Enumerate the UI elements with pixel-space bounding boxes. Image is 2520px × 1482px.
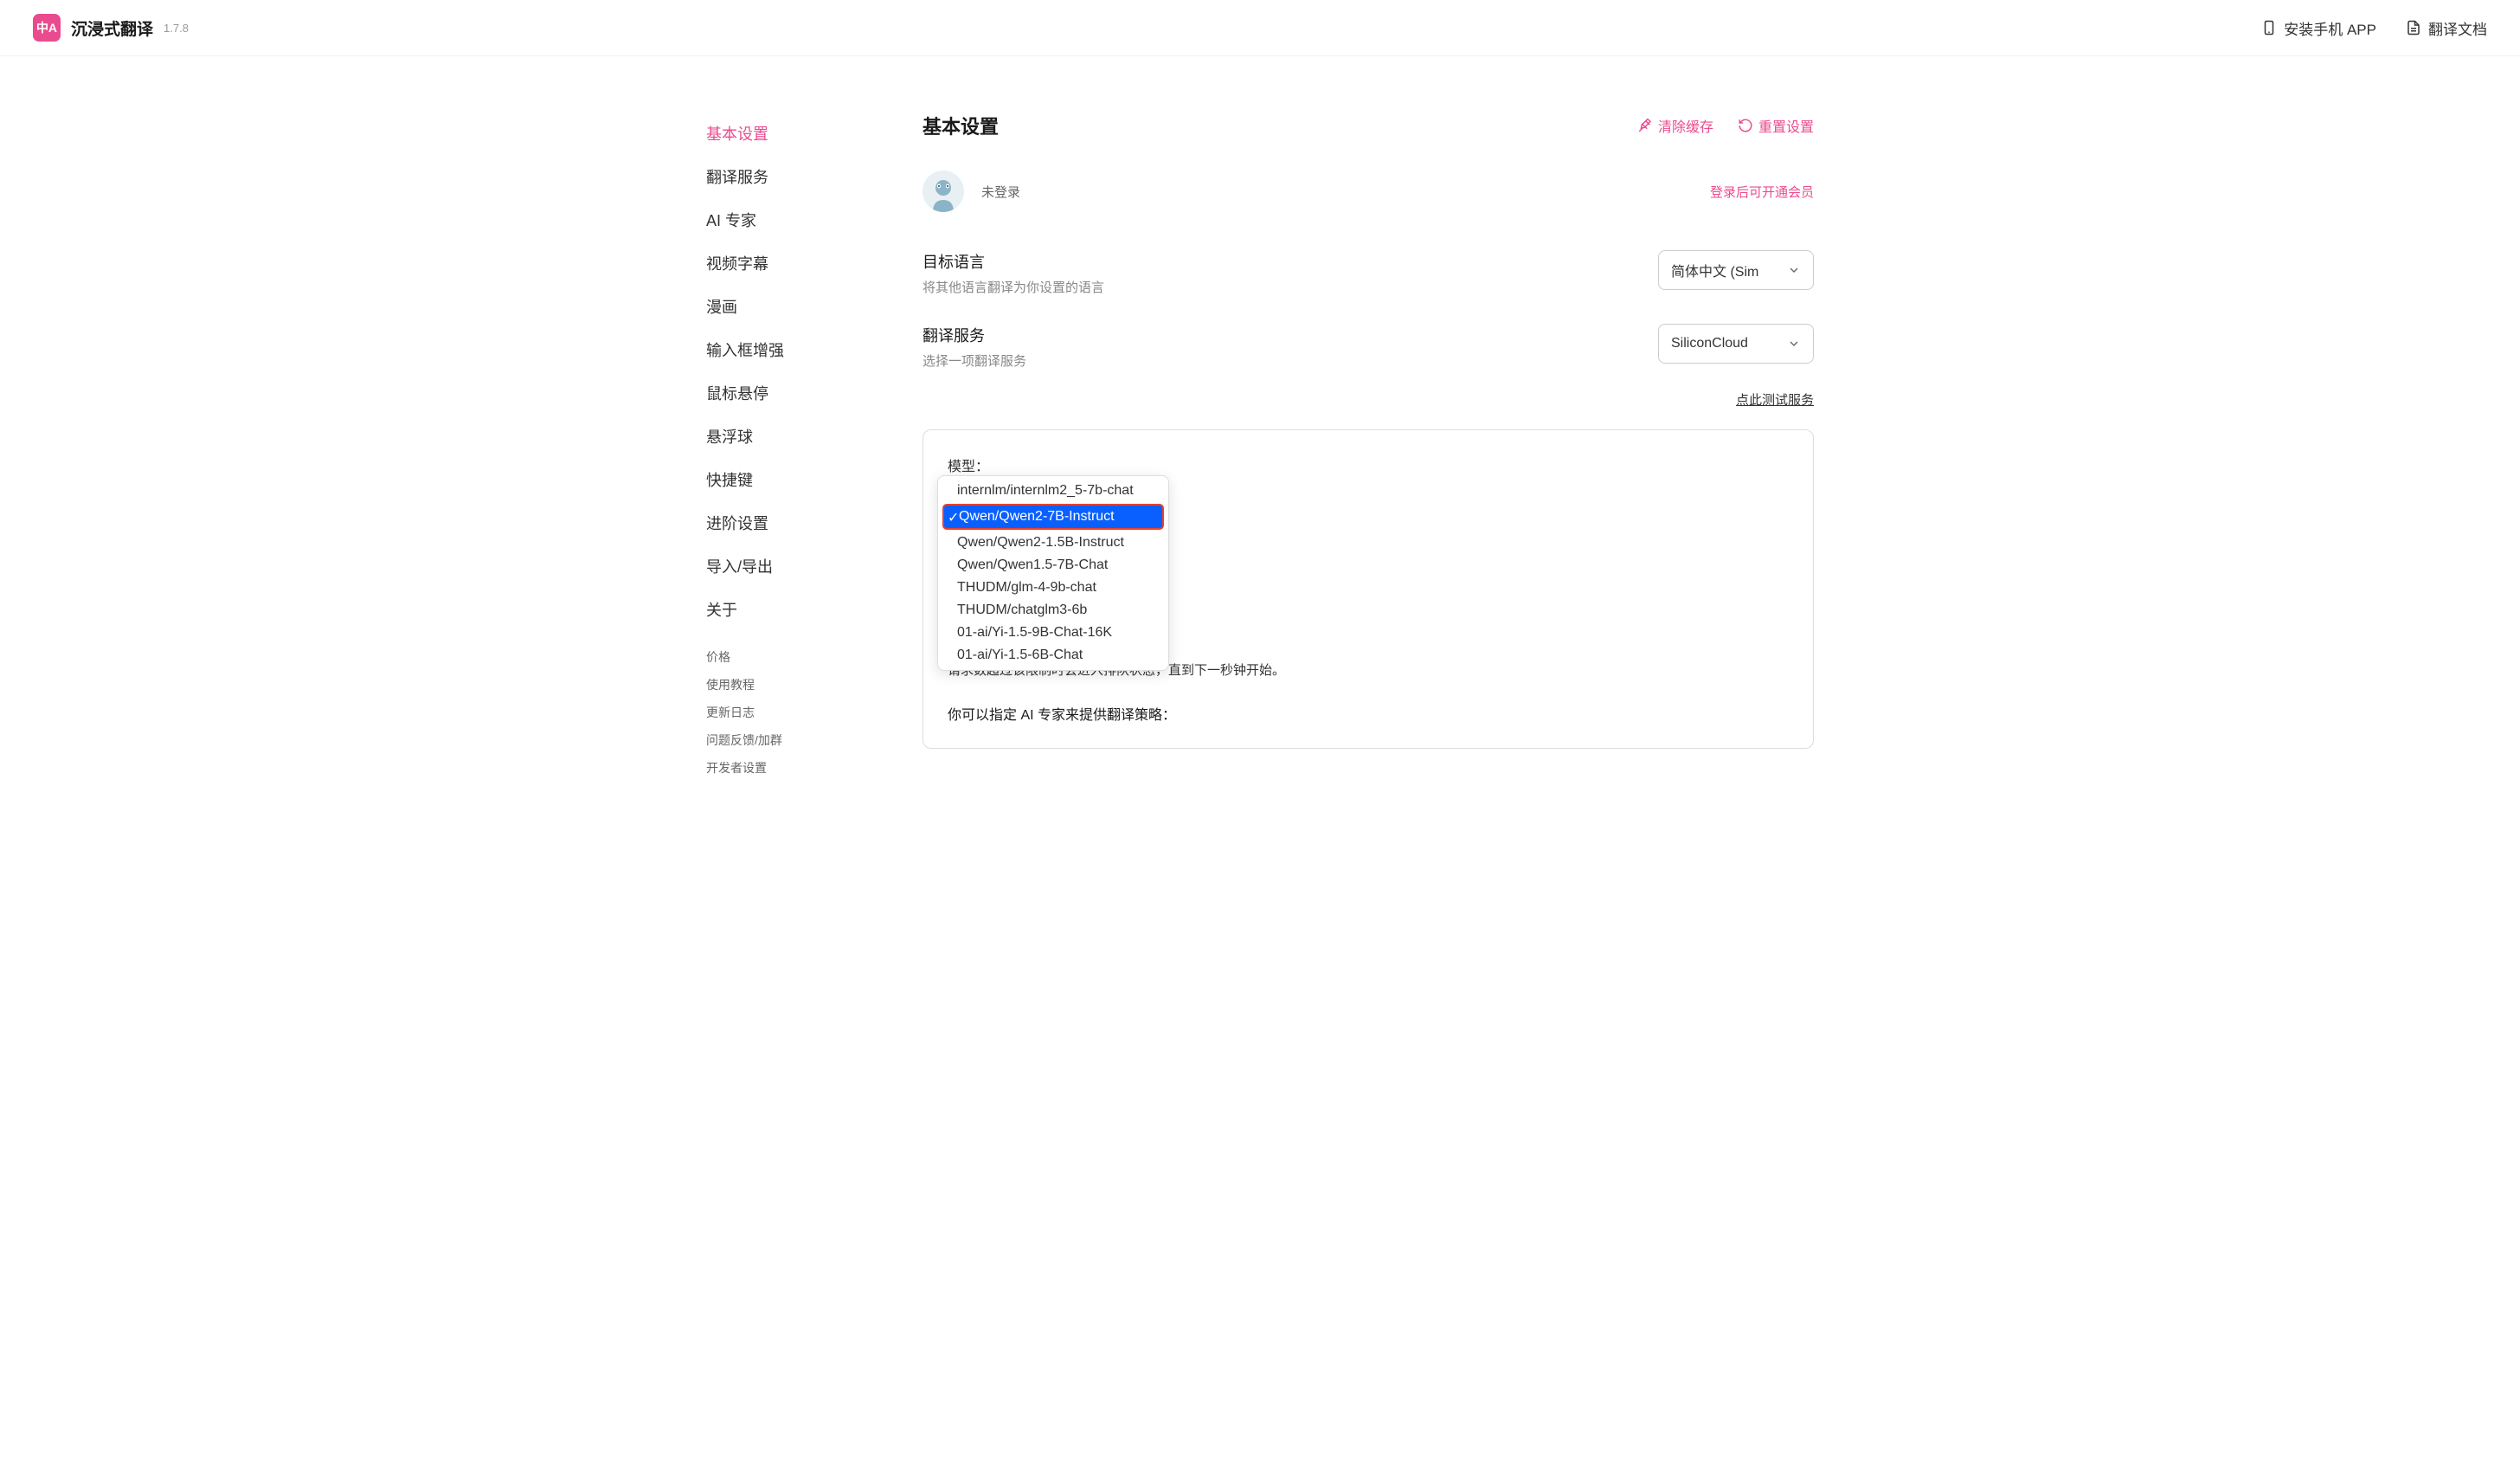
header-right: 安装手机 APP 翻译文档 — [2261, 17, 2487, 39]
nav-developer[interactable]: 开发者设置 — [706, 754, 914, 782]
avatar-icon — [922, 171, 964, 212]
nav-mouse-hover[interactable]: 鼠标悬停 — [706, 371, 914, 415]
nav-import-export[interactable]: 导入/导出 — [706, 544, 914, 588]
nav-changelog[interactable]: 更新日志 — [706, 699, 914, 726]
document-icon — [2406, 20, 2421, 35]
sidebar: 基本设置 翻译服务 AI 专家 视频字幕 漫画 输入框增强 鼠标悬停 悬浮球 快… — [706, 91, 922, 782]
nav-shortcuts[interactable]: 快捷键 — [706, 458, 914, 501]
phone-icon — [2261, 20, 2277, 35]
nav-video-subtitle[interactable]: 视频字幕 — [706, 242, 914, 285]
translation-service-label: 翻译服务 — [922, 324, 1658, 346]
nav-basic-settings[interactable]: 基本设置 — [706, 112, 914, 155]
header-bar: 中A 沉浸式翻译 1.7.8 安装手机 APP 翻译文档 — [0, 0, 2520, 56]
chevron-down-icon — [1787, 263, 1801, 277]
model-option[interactable]: Qwen/Qwen2-1.5B-Instruct — [938, 532, 1168, 554]
avatar[interactable] — [922, 171, 964, 212]
nav-manga[interactable]: 漫画 — [706, 285, 914, 328]
main-container: 基本设置 翻译服务 AI 专家 视频字幕 漫画 输入框增强 鼠标悬停 悬浮球 快… — [706, 56, 1814, 782]
model-option[interactable]: THUDM/chatglm3-6b — [938, 599, 1168, 622]
nav-translation-service[interactable]: 翻译服务 — [706, 155, 914, 198]
header-left: 中A 沉浸式翻译 1.7.8 — [33, 14, 189, 42]
nav-advanced[interactable]: 进阶设置 — [706, 501, 914, 544]
model-dropdown: internlm/internlm2_5-7b-chat Qwen/Qwen2-… — [937, 475, 1169, 671]
nav-small-group: 价格 使用教程 更新日志 问题反馈/加群 开发者设置 — [706, 643, 914, 782]
user-left: 未登录 — [922, 171, 1020, 212]
model-option[interactable]: 01-ai/Yi-1.5-9B-Chat-16K — [938, 622, 1168, 644]
nav-float-ball[interactable]: 悬浮球 — [706, 415, 914, 458]
app-logo: 中A — [33, 14, 61, 42]
app-version: 1.7.8 — [164, 22, 189, 35]
test-service-link[interactable]: 点此测试服务 — [922, 390, 1814, 409]
model-option-selected[interactable]: Qwen/Qwen2-7B-Instruct — [942, 504, 1164, 530]
translate-doc-link[interactable]: 翻译文档 — [2406, 17, 2487, 39]
config-box: 模型： internlm/internlm2_5-7b-chat Qwen/Qw… — [922, 429, 1814, 749]
broom-icon — [1637, 118, 1653, 133]
translation-service-row: 翻译服务 选择一项翻译服务 SiliconCloud — [922, 324, 1814, 370]
model-option[interactable]: 01-ai/Yi-1.5-6B-Chat — [938, 644, 1168, 667]
target-language-desc: 将其他语言翻译为你设置的语言 — [922, 278, 1658, 296]
target-language-info: 目标语言 将其他语言翻译为你设置的语言 — [922, 250, 1658, 296]
content-actions: 清除缓存 重置设置 — [1637, 115, 1814, 136]
refresh-icon — [1738, 118, 1753, 133]
model-option[interactable]: internlm/internlm2_5-7b-chat — [938, 480, 1168, 502]
nav-tutorial[interactable]: 使用教程 — [706, 671, 914, 699]
content-header: 基本设置 清除缓存 重置设置 — [922, 112, 1814, 139]
content-area: 基本设置 清除缓存 重置设置 未登录 登录后可开通会员 — [922, 91, 1814, 782]
translation-service-value: SiliconCloud — [1671, 336, 1748, 351]
nav-pricing[interactable]: 价格 — [706, 643, 914, 671]
model-option[interactable]: THUDM/glm-4-9b-chat — [938, 577, 1168, 599]
nav-ai-expert[interactable]: AI 专家 — [706, 198, 914, 242]
install-app-link[interactable]: 安装手机 APP — [2261, 17, 2376, 39]
nav-feedback[interactable]: 问题反馈/加群 — [706, 726, 914, 754]
app-name: 沉浸式翻译 — [71, 16, 153, 40]
target-language-value: 简体中文 (Sim — [1671, 260, 1758, 280]
user-row: 未登录 登录后可开通会员 — [922, 171, 1814, 212]
clear-cache-label: 清除缓存 — [1658, 115, 1713, 136]
target-language-select[interactable]: 简体中文 (Sim — [1658, 250, 1814, 290]
reset-settings-label: 重置设置 — [1758, 115, 1814, 136]
target-language-row: 目标语言 将其他语言翻译为你设置的语言 简体中文 (Sim — [922, 250, 1814, 296]
login-hint-link[interactable]: 登录后可开通会员 — [1710, 183, 1814, 201]
translation-service-select[interactable]: SiliconCloud — [1658, 324, 1814, 364]
clear-cache-button[interactable]: 清除缓存 — [1637, 115, 1713, 136]
nav-input-enhance[interactable]: 输入框增强 — [706, 328, 914, 371]
model-option[interactable]: Qwen/Qwen1.5-7B-Chat — [938, 554, 1168, 577]
nav-about[interactable]: 关于 — [706, 588, 914, 631]
chevron-down-icon — [1787, 337, 1801, 351]
model-label: 模型： — [948, 454, 1789, 475]
page-title: 基本设置 — [922, 112, 999, 139]
reset-settings-button[interactable]: 重置设置 — [1738, 115, 1814, 136]
target-language-label: 目标语言 — [922, 250, 1658, 273]
translate-doc-label: 翻译文档 — [2428, 17, 2487, 39]
install-app-label: 安装手机 APP — [2284, 17, 2376, 39]
user-status: 未登录 — [981, 183, 1020, 201]
translation-service-desc: 选择一项翻译服务 — [922, 351, 1658, 370]
translation-service-info: 翻译服务 选择一项翻译服务 — [922, 324, 1658, 370]
expert-hint: 你可以指定 AI 专家来提供翻译策略： — [948, 703, 1789, 724]
